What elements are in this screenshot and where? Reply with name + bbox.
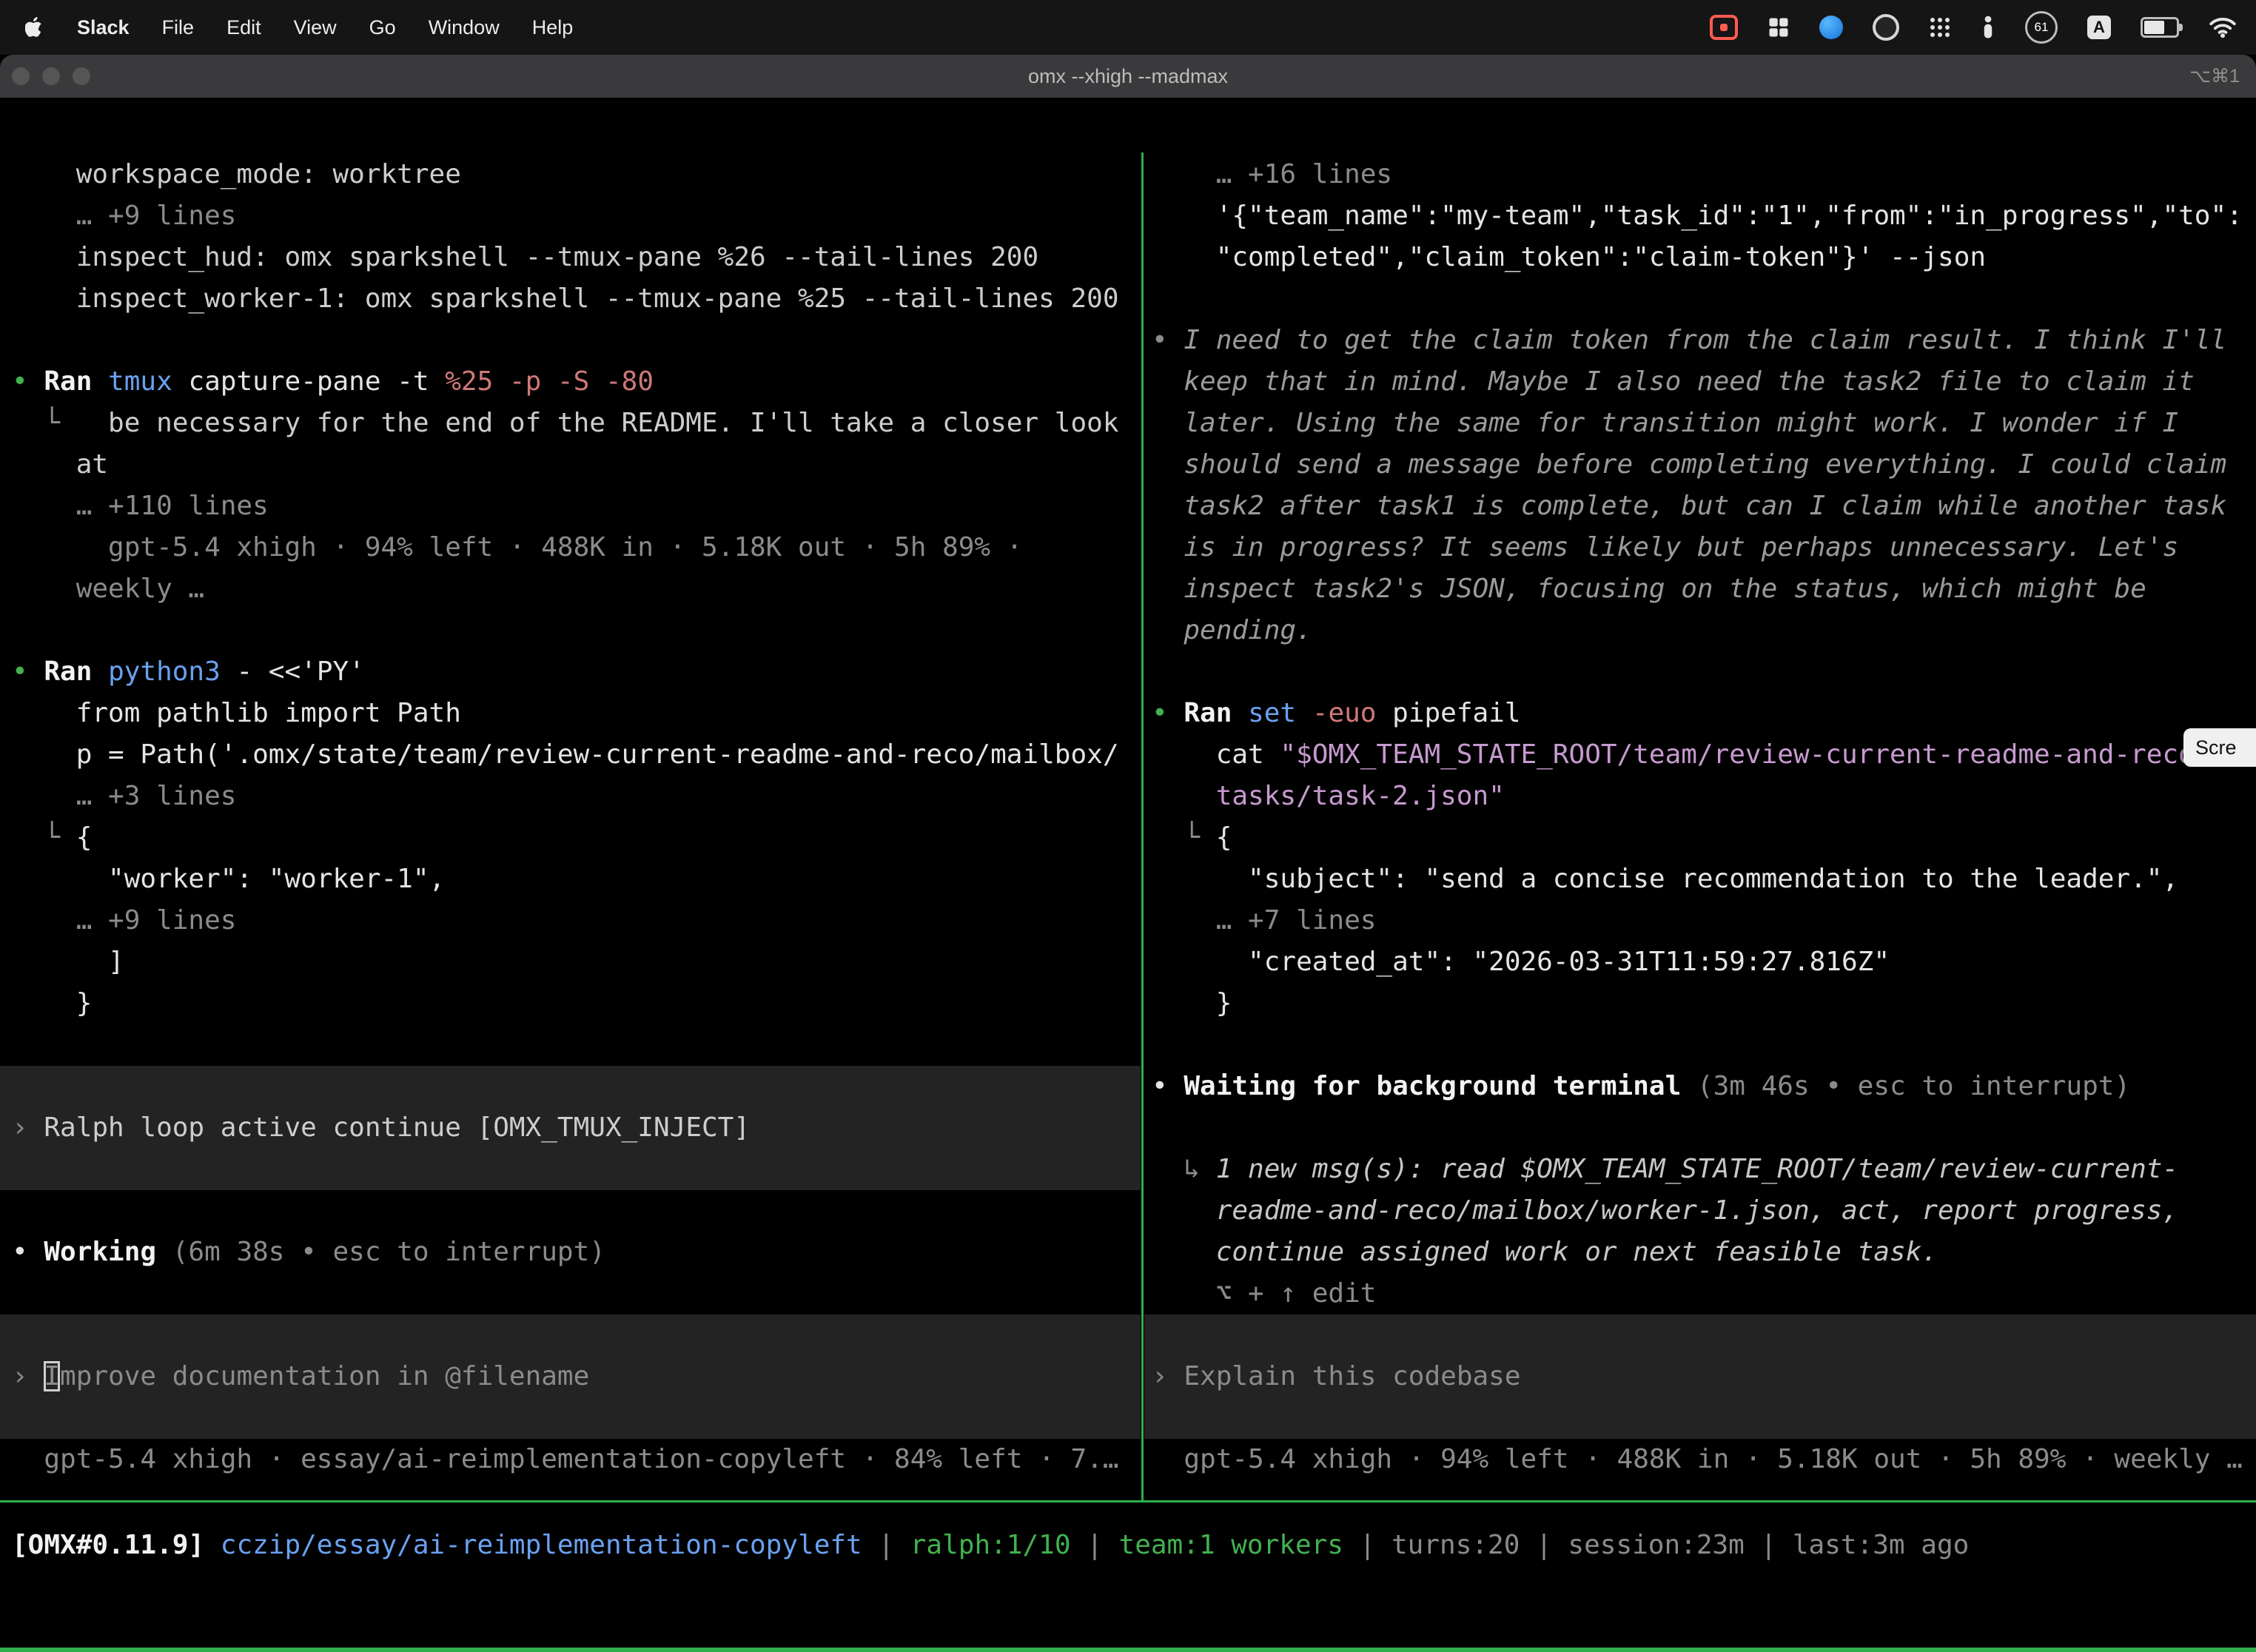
terminal-line: inspect task2's JSON, focusing on the st… — [1152, 568, 2256, 610]
terminal-line: pending. — [1152, 610, 2256, 651]
terminal-line — [12, 1190, 1138, 1232]
terminal-line: later. Using the same for transition mig… — [1152, 403, 2256, 444]
terminal-line: ⌥ + ↑ edit — [1152, 1273, 2256, 1314]
terminal-line — [12, 1066, 1138, 1107]
terminal-line: └ be necessary for the end of the README… — [12, 403, 1138, 444]
screen-recording-icon[interactable] — [1710, 15, 1738, 40]
terminal-line: continue assigned work or next feasible … — [1152, 1232, 2256, 1273]
terminal-line: weekly … — [12, 568, 1138, 610]
terminal-line: workspace_mode: worktree — [12, 154, 1138, 195]
terminal-line: › Ralph loop active continue [OMX_TMUX_I… — [12, 1107, 1138, 1149]
ring-app-icon[interactable] — [1873, 14, 1899, 41]
terminal-line — [12, 1273, 1138, 1314]
terminal-line: • Ran python3 - <<'PY' — [12, 651, 1138, 693]
apple-menu-icon[interactable] — [25, 16, 44, 39]
terminal-line: … +3 lines — [12, 776, 1138, 817]
terminal-line — [12, 610, 1138, 651]
window-title-bar[interactable]: omx --xhigh --madmax ⌥⌘1 — [0, 55, 2256, 99]
terminal-line: is in progress? It seems likely but perh… — [1152, 527, 2256, 568]
terminal-line: "worker": "worker-1", — [12, 859, 1138, 900]
terminal-line: … +7 lines — [1152, 900, 2256, 941]
terminal-line — [1152, 1397, 2256, 1439]
terminal-line: "created_at": "2026-03-31T11:59:27.816Z" — [1152, 941, 2256, 983]
active-app-menu[interactable]: Slack — [77, 16, 130, 39]
terminal-line: from pathlib import Path — [12, 693, 1138, 734]
terminal-line: • I need to get the claim token from the… — [1152, 320, 2256, 361]
terminal-line: ↳ 1 new msg(s): read $OMX_TEAM_STATE_ROO… — [1152, 1149, 2256, 1190]
window-shortcut: ⌥⌘1 — [2189, 55, 2240, 98]
terminal-line — [12, 1024, 1138, 1066]
terminal-line: } — [1152, 983, 2256, 1024]
menu-edit[interactable]: Edit — [226, 16, 261, 39]
menu-window[interactable]: Window — [429, 16, 500, 39]
window-tiles-icon[interactable] — [1767, 16, 1790, 38]
terminal-line: • Waiting for background terminal (3m 46… — [1152, 1066, 2256, 1107]
terminal-line: tasks/task-2.json" — [1152, 776, 2256, 817]
terminal-line — [1152, 651, 2256, 693]
tmux-status-bar: [omx-cczip0:bash* "MacBook-Pro-44.local"… — [0, 1648, 2256, 1652]
terminal-line: … +110 lines — [12, 486, 1138, 527]
terminal-line: } — [12, 983, 1138, 1024]
dots-grid-icon[interactable] — [1929, 16, 1951, 38]
terminal-line — [1152, 278, 2256, 320]
terminal-line: keep that in mind. Maybe I also need the… — [1152, 361, 2256, 403]
terminal-line: gpt-5.4 xhigh · 94% left · 488K in · 5.1… — [1152, 1439, 2256, 1480]
terminal-line — [1152, 1107, 2256, 1149]
terminal-line: gpt-5.4 xhigh · essay/ai-reimplementatio… — [12, 1439, 1138, 1480]
battery-gauge-value: 61 — [2035, 20, 2049, 35]
omx-status-line: [OMX#0.11.9] cczip/essay/ai-reimplementa… — [12, 1525, 2247, 1566]
terminal-line — [12, 1314, 1138, 1356]
terminal-line: › Explain this codebase — [1152, 1356, 2256, 1397]
terminal-line: • Working (6m 38s • esc to interrupt) — [12, 1232, 1138, 1273]
blue-app-icon[interactable] — [1819, 16, 1843, 39]
terminal-line: … +9 lines — [12, 195, 1138, 237]
terminal-line — [1152, 1024, 2256, 1066]
pane-divider — [1141, 152, 1144, 1500]
terminal-line: should send a message before completing … — [1152, 444, 2256, 486]
terminal-line: … +16 lines — [1152, 154, 2256, 195]
terminal-line — [12, 1397, 1138, 1439]
terminal-line — [12, 320, 1138, 361]
window-title: omx --xhigh --madmax — [0, 55, 2256, 98]
terminal-line: └ { — [12, 817, 1138, 859]
person-icon[interactable] — [1981, 16, 1995, 39]
screen-overlay-tooltip: Scre — [2183, 728, 2256, 767]
terminal-line: ] — [12, 941, 1138, 983]
terminal-line: • Ran set -euo pipefail — [1152, 693, 2256, 734]
wifi-icon[interactable] — [2209, 16, 2237, 38]
battery-icon[interactable] — [2141, 17, 2179, 38]
menu-help[interactable]: Help — [532, 16, 574, 39]
terminal-line: readme-and-reco/mailbox/worker-1.json, a… — [1152, 1190, 2256, 1232]
menu-go[interactable]: Go — [369, 16, 396, 39]
terminal-line: inspect_hud: omx sparkshell --tmux-pane … — [12, 237, 1138, 278]
terminal-line: … +9 lines — [12, 900, 1138, 941]
terminal-line: cat "$OMX_TEAM_STATE_ROOT/team/review-cu… — [1152, 734, 2256, 776]
terminal-line: "subject": "send a concise recommendatio… — [1152, 859, 2256, 900]
pane-horizontal-border — [0, 1500, 2256, 1502]
terminal-line: task2 after task1 is complete, but can I… — [1152, 486, 2256, 527]
terminal-line: inspect_worker-1: omx sparkshell --tmux-… — [12, 278, 1138, 320]
terminal-line: [OMX#0.11.9] cczip/essay/ai-reimplementa… — [12, 1525, 2247, 1566]
terminal-line: p = Path('.omx/state/team/review-current… — [12, 734, 1138, 776]
terminal-line — [12, 1149, 1138, 1190]
menu-file[interactable]: File — [162, 16, 195, 39]
menu-view[interactable]: View — [294, 16, 337, 39]
terminal-line: '{"team_name":"my-team","task_id":"1","f… — [1152, 195, 2256, 237]
screen-overlay-text: Scre — [2195, 736, 2237, 759]
menu-bar: Slack File Edit View Go Window Help 61 A — [0, 0, 2256, 55]
left-terminal-pane[interactable]: workspace_mode: worktree … +9 lines insp… — [12, 154, 1138, 1480]
terminal-line: • Ran tmux capture-pane -t %25 -p -S -80 — [12, 361, 1138, 403]
menu-items: File Edit View Go Window Help — [162, 16, 574, 39]
terminal-line: └ { — [1152, 817, 2256, 859]
terminal-window: omx --xhigh --madmax ⌥⌘1 workspace_mode:… — [0, 55, 2256, 1652]
terminal-line: gpt-5.4 xhigh · 94% left · 488K in · 5.1… — [12, 527, 1138, 568]
terminal-line — [1152, 1314, 2256, 1356]
input-source-letter: A — [2093, 18, 2105, 37]
battery-gauge-icon[interactable]: 61 — [2025, 11, 2058, 44]
terminal-line: at — [12, 444, 1138, 486]
terminal-line: › Improve documentation in @filename — [12, 1356, 1138, 1397]
input-source-icon[interactable]: A — [2087, 16, 2111, 39]
terminal-line: "completed","claim_token":"claim-token"}… — [1152, 237, 2256, 278]
right-terminal-pane[interactable]: … +16 lines '{"team_name":"my-team","tas… — [1152, 154, 2256, 1480]
